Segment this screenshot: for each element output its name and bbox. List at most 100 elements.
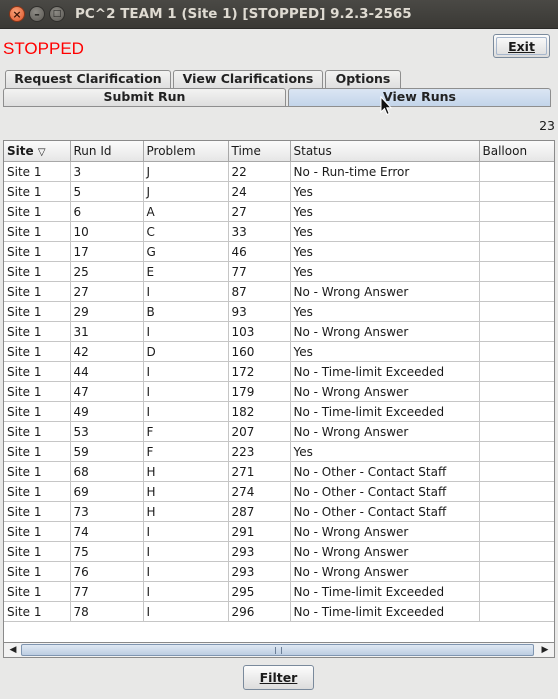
table-row[interactable]: Site 1 59 F 223 Yes [4, 441, 554, 462]
close-window-icon[interactable]: × [9, 6, 25, 22]
cell-problem: A [143, 201, 229, 222]
horizontal-scrollbar[interactable]: ◀ ▶ [3, 642, 555, 658]
cell-balloon [479, 301, 554, 322]
cell-time: 87 [228, 281, 291, 302]
table-row[interactable]: Site 1 74 I 291 No - Wrong Answer [4, 521, 554, 542]
tab-divider [3, 106, 551, 107]
cell-balloon [479, 441, 554, 462]
table-row[interactable]: Site 1 76 I 293 No - Wrong Answer [4, 561, 554, 582]
table-row[interactable]: Site 1 68 H 271 No - Other - Contact Staff [4, 461, 554, 482]
table-row[interactable]: Site 1 77 I 295 No - Time-limit Exceeded [4, 581, 554, 602]
table-row[interactable]: Site 1 49 I 182 No - Time-limit Exceeded [4, 401, 554, 422]
column-header-site[interactable]: Site ▽ [4, 141, 71, 162]
cell-time: 33 [228, 221, 291, 242]
cell-balloon [479, 161, 554, 182]
table-row[interactable]: Site 1 31 I 103 No - Wrong Answer [4, 321, 554, 342]
exit-button[interactable]: Exit [493, 34, 550, 58]
filter-button[interactable]: Filter [243, 665, 314, 690]
minimize-window-icon[interactable]: – [29, 6, 45, 22]
cell-time: 223 [228, 441, 291, 462]
column-header-balloon[interactable]: Balloon [479, 141, 554, 162]
cell-time: 77 [228, 261, 291, 282]
cell-site: Site 1 [4, 181, 71, 202]
cell-run-id: 25 [70, 261, 144, 282]
cell-balloon [479, 521, 554, 542]
cell-balloon [479, 581, 554, 602]
table-row[interactable]: Site 1 73 H 287 No - Other - Contact Staff [4, 501, 554, 522]
cell-site: Site 1 [4, 301, 71, 322]
cell-problem: F [143, 441, 229, 462]
cell-site: Site 1 [4, 221, 71, 242]
contest-status: STOPPED [3, 39, 84, 58]
table-row[interactable]: Site 1 78 I 296 No - Time-limit Exceeded [4, 601, 554, 622]
cell-time: 296 [228, 601, 291, 622]
scroll-left-icon[interactable]: ◀ [6, 643, 20, 657]
table-row[interactable]: Site 1 3 J 22 No - Run-time Error [4, 161, 554, 182]
cell-status: Yes [290, 241, 480, 262]
table-row[interactable]: Site 1 17 G 46 Yes [4, 241, 554, 262]
scrollbar-thumb[interactable] [21, 644, 534, 656]
cell-status: No - Wrong Answer [290, 381, 480, 402]
tab-options[interactable]: Options [325, 70, 401, 89]
table-row[interactable]: Site 1 42 D 160 Yes [4, 341, 554, 362]
cell-run-id: 77 [70, 581, 144, 602]
cell-balloon [479, 221, 554, 242]
maximize-window-icon[interactable]: □ [49, 6, 65, 22]
column-header-time[interactable]: Time [228, 141, 291, 162]
table-row[interactable]: Site 1 75 I 293 No - Wrong Answer [4, 541, 554, 562]
cell-problem: I [143, 521, 229, 542]
cell-site: Site 1 [4, 441, 71, 462]
table-row[interactable]: Site 1 27 I 87 No - Wrong Answer [4, 281, 554, 302]
table-row[interactable]: Site 1 44 I 172 No - Time-limit Exceeded [4, 361, 554, 382]
filter-button-label: Filter [259, 670, 298, 685]
cell-status: Yes [290, 221, 480, 242]
cell-site: Site 1 [4, 421, 71, 442]
table-row[interactable]: Site 1 47 I 179 No - Wrong Answer [4, 381, 554, 402]
cell-run-id: 68 [70, 461, 144, 482]
cell-run-id: 59 [70, 441, 144, 462]
column-header-run-id[interactable]: Run Id [70, 141, 144, 162]
cell-time: 271 [228, 461, 291, 482]
cell-status: Yes [290, 181, 480, 202]
cell-time: 27 [228, 201, 291, 222]
cell-time: 22 [228, 161, 291, 182]
cell-status: No - Wrong Answer [290, 541, 480, 562]
table-row[interactable]: Site 1 6 A 27 Yes [4, 201, 554, 222]
column-header-problem[interactable]: Problem [143, 141, 229, 162]
cell-problem: G [143, 241, 229, 262]
scroll-right-icon[interactable]: ▶ [538, 643, 552, 657]
tab-view-clarifications[interactable]: View Clarifications [173, 70, 323, 89]
cell-time: 295 [228, 581, 291, 602]
cell-time: 46 [228, 241, 291, 262]
cell-run-id: 49 [70, 401, 144, 422]
cell-time: 182 [228, 401, 291, 422]
cell-problem: D [143, 341, 229, 362]
cell-balloon [479, 201, 554, 222]
table-row[interactable]: Site 1 10 C 33 Yes [4, 221, 554, 242]
table-row[interactable]: Site 1 5 J 24 Yes [4, 181, 554, 202]
cell-site: Site 1 [4, 601, 71, 622]
cell-status: No - Wrong Answer [290, 561, 480, 582]
cell-run-id: 74 [70, 521, 144, 542]
cell-run-id: 75 [70, 541, 144, 562]
table-row[interactable]: Site 1 53 F 207 No - Wrong Answer [4, 421, 554, 442]
cell-balloon [479, 601, 554, 622]
table-row[interactable]: Site 1 25 E 77 Yes [4, 261, 554, 282]
cell-run-id: 29 [70, 301, 144, 322]
table-row[interactable]: Site 1 29 B 93 Yes [4, 301, 554, 322]
column-header-status[interactable]: Status [290, 141, 480, 162]
cell-status: Yes [290, 341, 480, 362]
tab-submit-run[interactable]: Submit Run [3, 88, 286, 106]
tab-view-runs[interactable]: View Runs [288, 88, 551, 106]
table-row[interactable]: Site 1 69 H 274 No - Other - Contact Staff [4, 481, 554, 502]
cell-balloon [479, 261, 554, 282]
cell-time: 293 [228, 561, 291, 582]
cell-problem: I [143, 601, 229, 622]
tab-request-clarification[interactable]: Request Clarification [5, 70, 171, 89]
cell-balloon [479, 381, 554, 402]
cell-balloon [479, 421, 554, 442]
cell-run-id: 73 [70, 501, 144, 522]
cell-status: No - Run-time Error [290, 161, 480, 182]
cell-time: 293 [228, 541, 291, 562]
cell-time: 207 [228, 421, 291, 442]
